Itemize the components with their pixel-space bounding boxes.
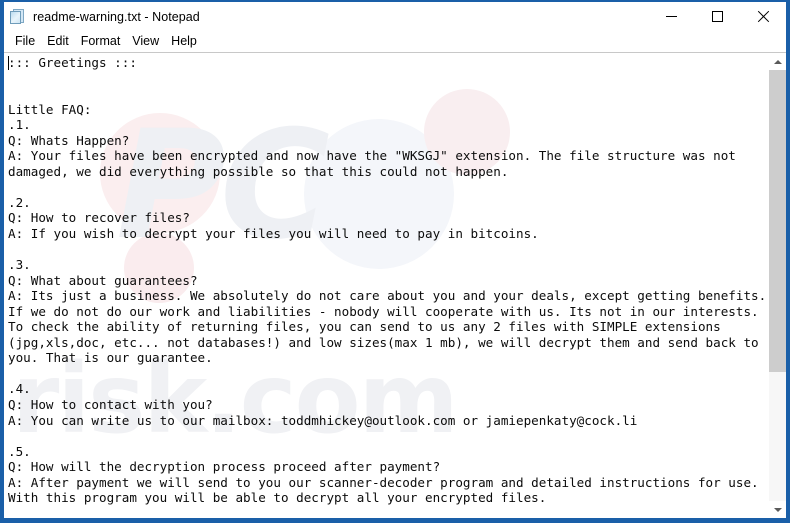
maximize-icon	[711, 11, 723, 22]
ransom-note-text: ::: Greetings ::: Little FAQ: .1. Q: Wha…	[8, 55, 767, 506]
menu-item-help[interactable]: Help	[166, 33, 204, 50]
scrollbar-thumb[interactable]	[769, 70, 786, 372]
chevron-up-icon	[773, 59, 782, 64]
close-icon	[757, 11, 769, 23]
chevron-down-icon	[773, 507, 782, 512]
notepad-document-icon	[10, 8, 26, 25]
scrollbar-track[interactable]	[769, 70, 786, 501]
window-controls	[648, 2, 786, 31]
scroll-down-button[interactable]	[769, 501, 786, 518]
text-editor[interactable]: PC risk.com ::: Greetings ::: Little FAQ…	[4, 53, 768, 518]
menu-item-edit[interactable]: Edit	[42, 33, 76, 50]
scroll-up-button[interactable]	[769, 53, 786, 70]
title-bar[interactable]: readme-warning.txt - Notepad	[4, 2, 786, 31]
vertical-scrollbar[interactable]	[768, 53, 786, 518]
minimize-button[interactable]	[648, 2, 694, 31]
menu-item-view[interactable]: View	[127, 33, 166, 50]
maximize-button[interactable]	[694, 2, 740, 31]
title-bar-left: readme-warning.txt - Notepad	[4, 8, 200, 25]
window-title: readme-warning.txt - Notepad	[33, 9, 200, 24]
menu-bar: File Edit Format View Help	[4, 31, 786, 52]
close-button[interactable]	[740, 2, 786, 31]
editor-area: PC risk.com ::: Greetings ::: Little FAQ…	[4, 52, 786, 518]
menu-item-file[interactable]: File	[10, 33, 42, 50]
text-caret	[8, 56, 9, 70]
minimize-icon	[665, 16, 677, 17]
menu-item-format[interactable]: Format	[76, 33, 128, 50]
notepad-window: readme-warning.txt - Notepad File Edit F…	[0, 0, 790, 523]
